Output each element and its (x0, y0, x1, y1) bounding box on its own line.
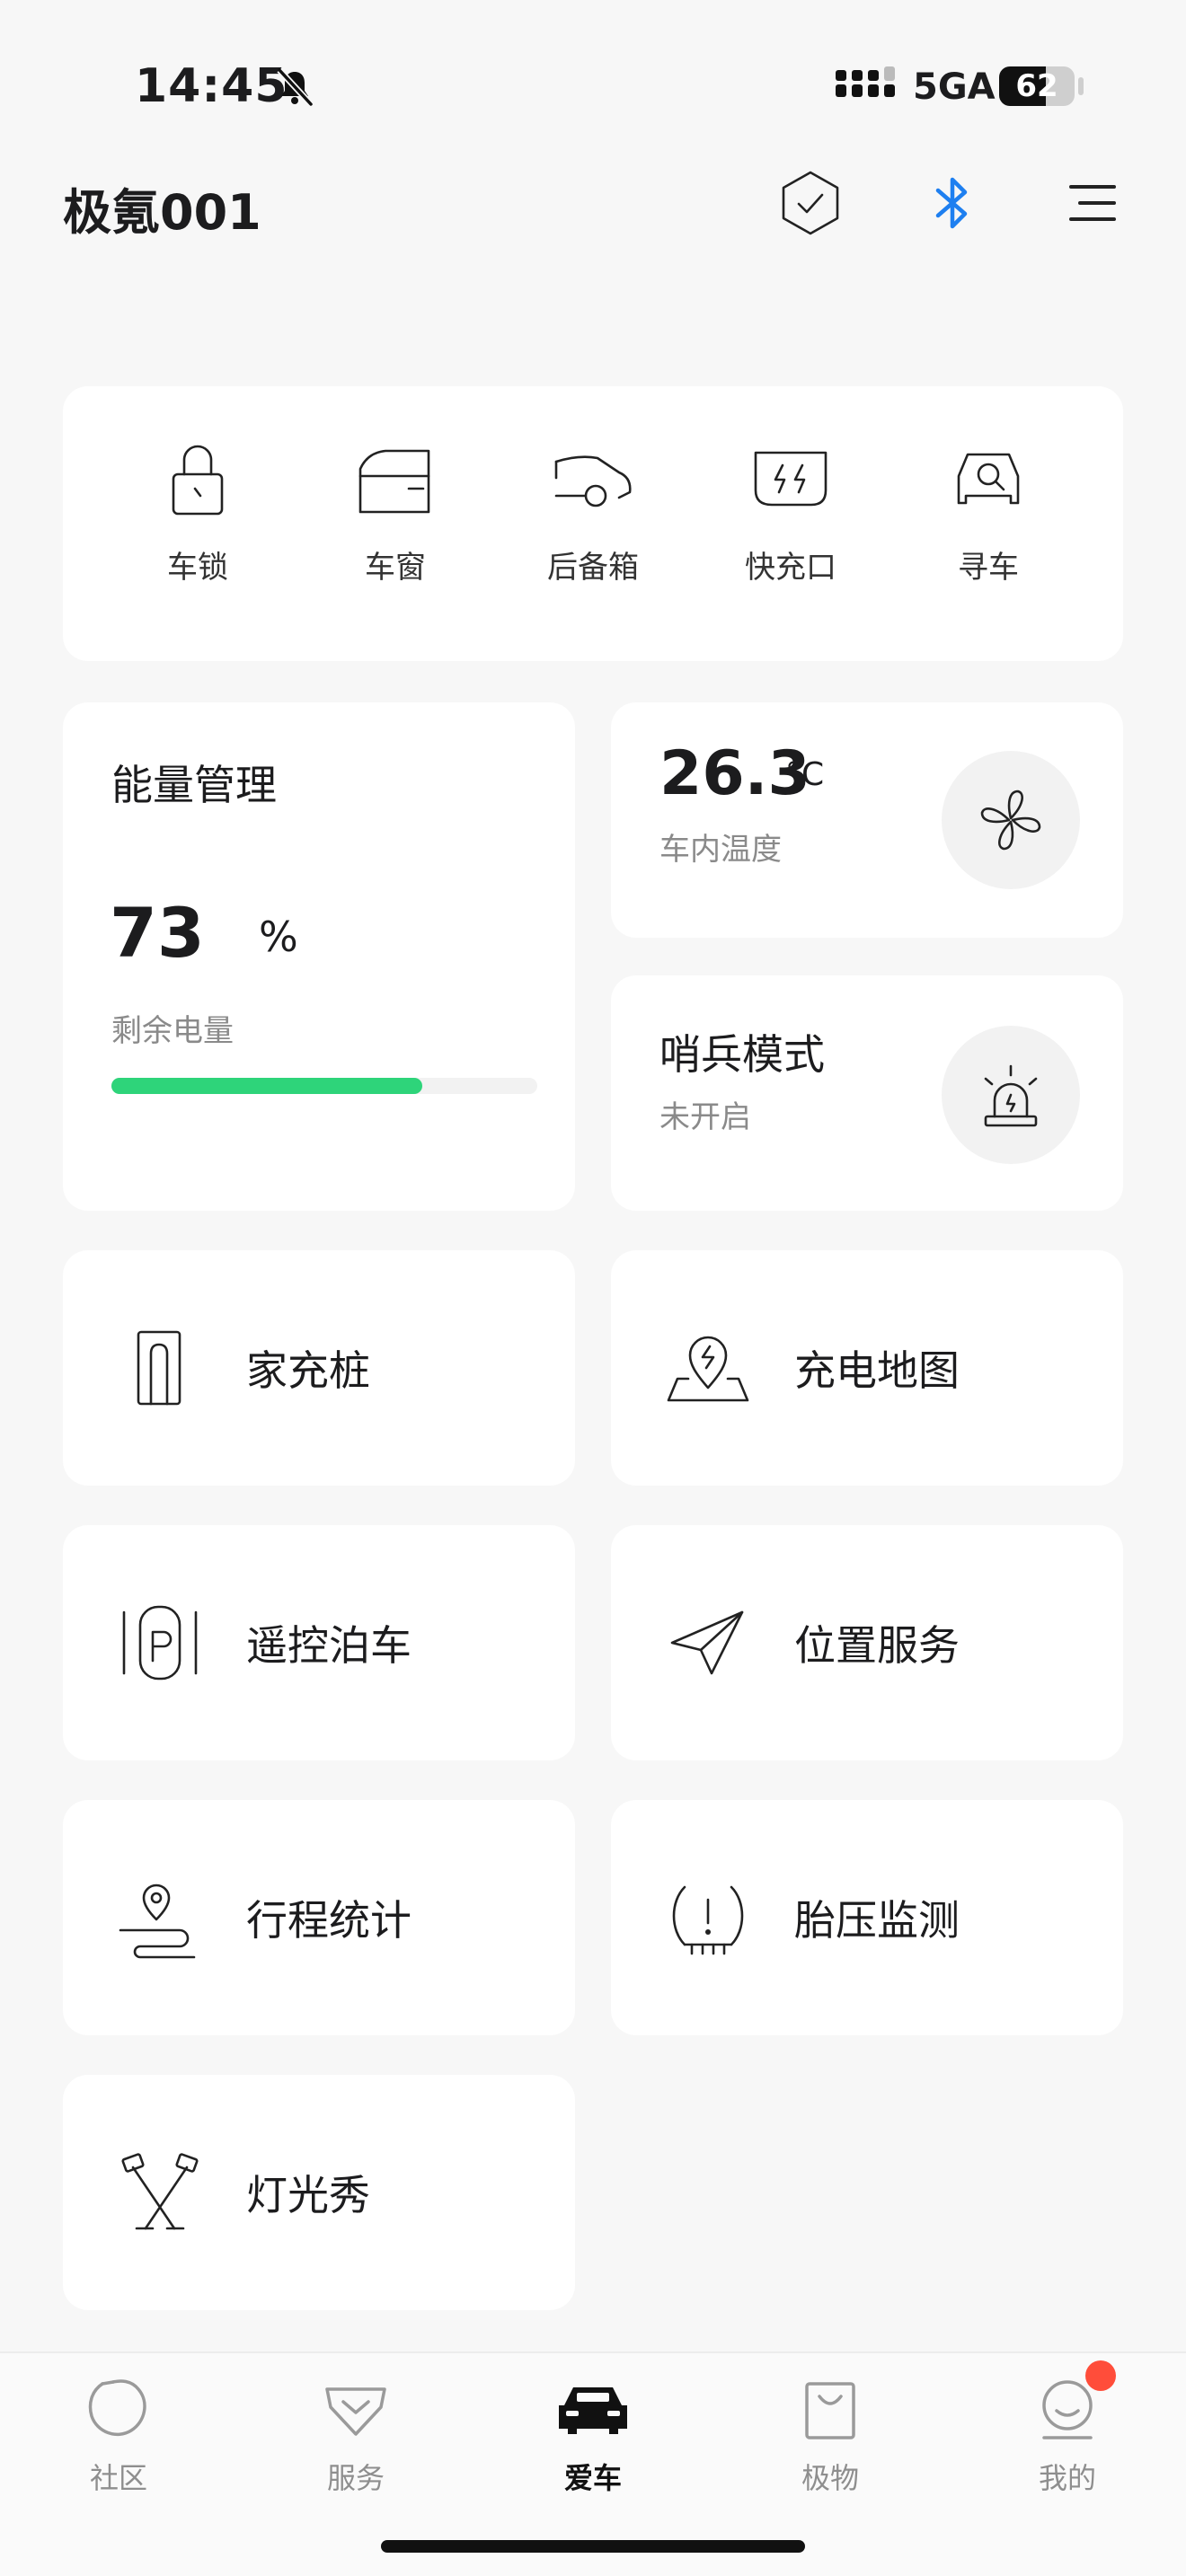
climate-card[interactable]: 26.3 °C 车内温度 (611, 702, 1123, 938)
tab-service[interactable]: 服务 (284, 2375, 428, 2497)
battery-level-bar (111, 1078, 537, 1094)
sentry-mode-status: 未开启 (659, 1099, 751, 1135)
charging-map-icon (667, 1336, 749, 1402)
service-trip-stats[interactable]: 行程统计 (63, 1800, 575, 2035)
hamburger-menu-icon (1069, 185, 1116, 221)
status-bar: 14:45 5GA 62 (0, 0, 1186, 171)
vehicle-name: 极氪001 (63, 184, 261, 241)
service-remote-parking[interactable]: 遥控泊车 (63, 1525, 575, 1760)
padlock-icon (172, 445, 224, 516)
service-label: 位置服务 (794, 1621, 960, 1670)
quick-action-find-car[interactable]: 寻车 (912, 386, 1065, 661)
service-label: 灯光秀 (246, 2171, 370, 2219)
trip-route-icon (119, 1883, 196, 1959)
service-label: 胎压监测 (794, 1896, 960, 1945)
quick-action-lock[interactable]: 车锁 (121, 386, 274, 661)
cabin-temperature-unit: °C (785, 756, 825, 793)
network-type: 5GA (913, 66, 996, 108)
quick-action-label: 后备箱 (547, 550, 639, 586)
cabin-temperature-label: 车内温度 (659, 832, 782, 868)
light-show-icon (121, 2153, 199, 2230)
send-location-icon (670, 1610, 744, 1675)
quick-action-window[interactable]: 车窗 (319, 386, 472, 661)
fast-charge-port-icon (754, 451, 828, 507)
service-location[interactable]: 位置服务 (611, 1525, 1123, 1760)
quick-action-label: 车窗 (365, 550, 426, 586)
energy-title: 能量管理 (111, 761, 277, 809)
service-label: 遥控泊车 (246, 1621, 412, 1670)
service-label: 充电地图 (794, 1346, 960, 1395)
find-car-icon (957, 453, 1020, 505)
service-home-charger[interactable]: 家充桩 (63, 1250, 575, 1486)
quick-action-trunk[interactable]: 后备箱 (517, 386, 669, 661)
tab-label: 极物 (801, 2461, 859, 2495)
status-time: 14:45 (135, 59, 288, 113)
tab-label: 爱车 (563, 2461, 622, 2495)
quick-actions-card: 车锁 车窗 后备箱 快充口 寻车 (63, 386, 1123, 661)
tab-label: 我的 (1038, 2461, 1096, 2495)
tab-profile[interactable]: 我的 (996, 2375, 1139, 2497)
quick-action-label: 车锁 (167, 550, 228, 586)
security-check-button[interactable] (774, 167, 846, 239)
tab-label: 社区 (89, 2461, 147, 2495)
home-charger-icon (137, 1330, 181, 1406)
quick-action-fast-charge[interactable]: 快充口 (714, 386, 867, 661)
quick-action-label: 寻车 (958, 550, 1019, 586)
tab-my-car[interactable]: 爱车 (521, 2375, 665, 2497)
car-icon (559, 2387, 627, 2434)
shield-check-icon (782, 171, 839, 235)
tab-shop[interactable]: 极物 (758, 2375, 902, 2497)
battery-level-label: 剩余电量 (111, 1013, 234, 1049)
remote-parking-icon (122, 1605, 198, 1681)
tab-label: 服务 (326, 2461, 385, 2495)
climate-fan-button[interactable] (942, 751, 1080, 889)
tire-pressure-icon (672, 1885, 744, 1955)
service-label: 行程统计 (246, 1896, 412, 1945)
battery-level-bar-fill (111, 1078, 423, 1094)
menu-button[interactable] (1057, 167, 1128, 239)
service-charging-map[interactable]: 充电地图 (611, 1250, 1123, 1486)
sentry-mode-card[interactable]: 哨兵模式 未开启 (611, 975, 1123, 1211)
sentry-mode-title: 哨兵模式 (659, 1030, 825, 1079)
service-label: 家充桩 (246, 1346, 370, 1395)
bluetooth-button[interactable] (916, 167, 988, 239)
alarm-light-icon (984, 1064, 1038, 1127)
bell-muted-icon (275, 66, 314, 108)
fan-icon (980, 790, 1041, 851)
quick-action-label: 快充口 (745, 550, 836, 586)
signal-strength-icon (836, 66, 904, 106)
tab-community[interactable]: 社区 (47, 2375, 190, 2497)
battery-indicator: 62 (999, 66, 1075, 106)
service-tire-pressure[interactable]: 胎压监测 (611, 1800, 1123, 2035)
trunk-icon (554, 455, 632, 507)
home-indicator (381, 2540, 805, 2553)
car-window-icon (358, 449, 430, 514)
battery-percent: 62 (1015, 68, 1058, 104)
service-light-show[interactable]: 灯光秀 (63, 2075, 575, 2310)
battery-level-unit: % (259, 913, 298, 961)
bluetooth-icon (935, 177, 968, 229)
battery-level-value: 73 (110, 893, 205, 973)
battery-cap (1078, 77, 1084, 95)
energy-management-card[interactable]: 能量管理 73 % 剩余电量 (63, 702, 575, 1211)
sentry-mode-button[interactable] (942, 1026, 1080, 1164)
community-icon (88, 2379, 146, 2436)
service-icon (325, 2387, 386, 2436)
notification-badge (1085, 2360, 1116, 2391)
shopping-bag-icon (805, 2382, 855, 2439)
